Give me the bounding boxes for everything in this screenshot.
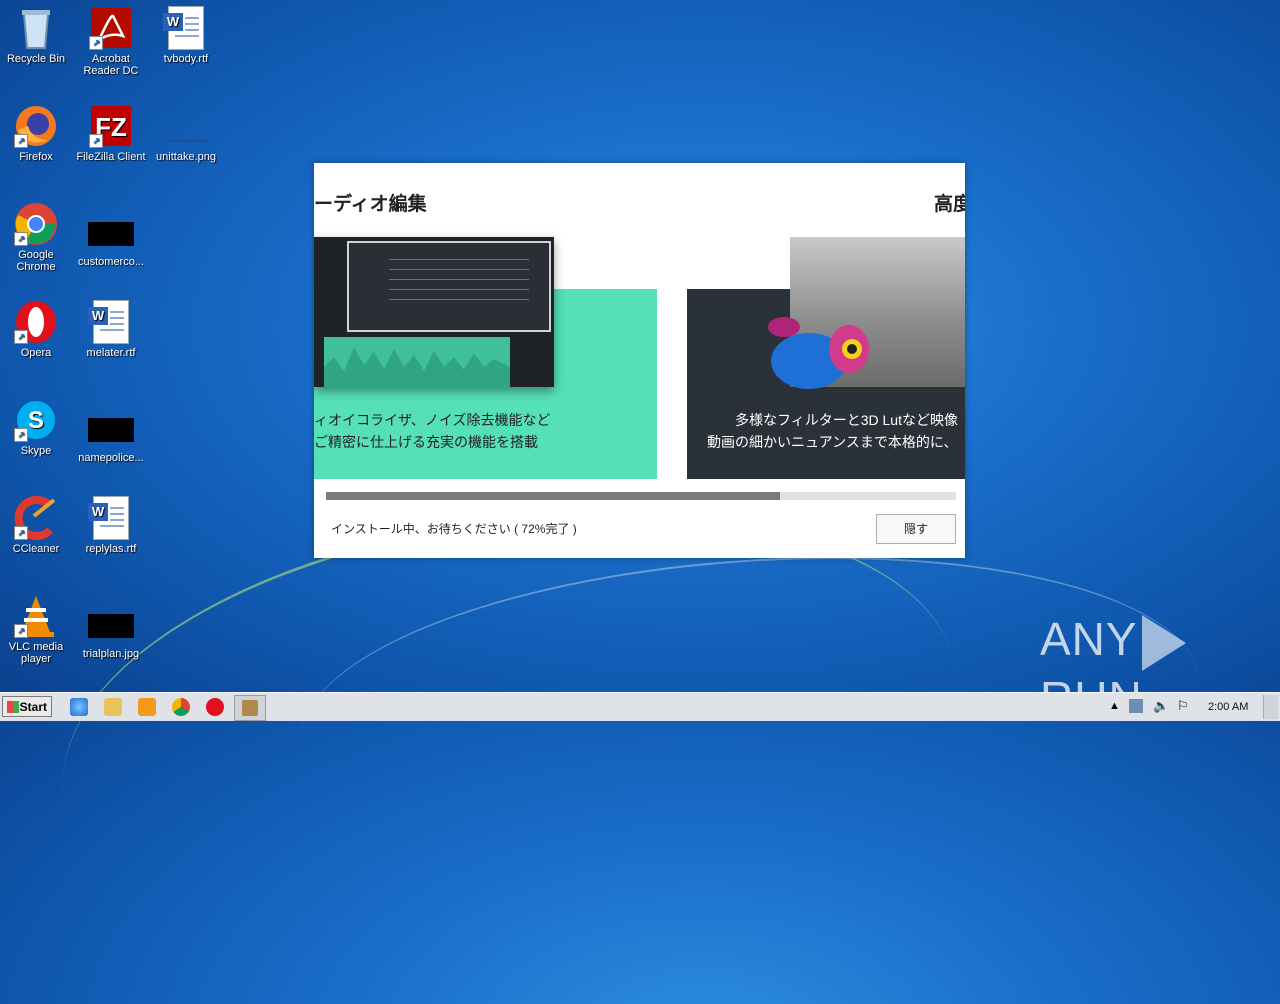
desktop-icon-recycle-bin[interactable]: Recycle Bin [0, 6, 72, 65]
desktop-icon-customerco[interactable]: customerco... [75, 212, 147, 268]
filezilla-icon: FZ ↗ [89, 104, 133, 148]
installer-icon [242, 700, 258, 716]
internet-explorer-icon[interactable] [70, 698, 88, 716]
network-icon[interactable] [1129, 699, 1143, 713]
equalizer-dialog [347, 241, 551, 332]
shortcut-arrow-icon: ↗ [14, 330, 28, 344]
action-center-flag-icon[interactable]: ⚐ [1177, 698, 1189, 714]
desktop-icon-chrome[interactable]: ↗ Google Chrome [0, 202, 72, 273]
word-document-icon: W [163, 6, 208, 50]
file-explorer-icon[interactable] [104, 698, 122, 716]
skype-icon: S ↗ [14, 398, 58, 442]
desktop-icon-firefox[interactable]: ↗ Firefox [0, 104, 72, 163]
desktop-icon-skype[interactable]: S ↗ Skype [0, 398, 72, 457]
install-progress-fill [326, 492, 780, 500]
slide-text-video: 多様なフィルターと3D Lutなど映像 動画の細かいニュアンスまで本格的に、 [707, 412, 958, 450]
recycle-bin-icon [14, 6, 58, 50]
taskbar: Start ▲ 🔈 ⚐ 2:00 AM [0, 692, 1280, 721]
opera-icon: ↗ [14, 300, 58, 344]
robot-toy-image [754, 301, 874, 401]
clock[interactable]: 2:00 AM [1208, 701, 1248, 713]
desktop-icon-tvbody[interactable]: W tvbody.rtf [150, 6, 222, 65]
install-progress-bar [326, 492, 956, 500]
installer-window: ーディオ編集 高度 ィオイコライザ、ノイズ除去機能など ご精密に仕上げる充実の機… [314, 163, 965, 558]
media-player-icon[interactable] [138, 698, 156, 716]
waveform [324, 337, 510, 387]
desktop-icon-opera[interactable]: ↗ Opera [0, 300, 72, 359]
show-desktop-button[interactable] [1263, 695, 1278, 719]
word-document-icon: W [88, 300, 133, 344]
desktop-icon-acrobat[interactable]: ↗ Acrobat Reader DC [75, 6, 147, 77]
shortcut-arrow-icon: ↗ [14, 526, 28, 540]
vlc-cone-icon: ↗ [14, 594, 58, 638]
acrobat-icon: ↗ [89, 6, 133, 50]
slide-text-audio: ィオイコライザ、ノイズ除去機能など ご精密に仕上げる充実の機能を搭載 [314, 412, 551, 450]
chrome-icon[interactable] [172, 698, 190, 716]
desktop-icon-ccleaner[interactable]: ↗ CCleaner [0, 496, 72, 555]
shortcut-arrow-icon: ↗ [89, 36, 103, 50]
word-document-icon: W [88, 496, 133, 540]
shortcut-arrow-icon: ↗ [14, 134, 28, 148]
ccleaner-icon: ↗ [14, 496, 58, 540]
desktop-icon-namepolice[interactable]: namepolice... [75, 408, 147, 464]
volume-icon[interactable]: 🔈 [1153, 698, 1169, 714]
shortcut-arrow-icon: ↗ [14, 428, 28, 442]
audio-editor-screenshot [314, 237, 554, 387]
desktop-icon-replylas[interactable]: W replylas.rtf [75, 496, 147, 555]
image-thumbnail-icon [88, 614, 134, 638]
play-icon [1141, 614, 1186, 671]
svg-text:S: S [28, 407, 44, 434]
installer-taskbar-button[interactable] [234, 695, 266, 721]
show-hidden-icons-icon[interactable]: ▲ [1109, 700, 1120, 712]
slide-title-advanced: 高度 [934, 194, 965, 215]
desktop-icon-vlc[interactable]: ↗ VLC media player [0, 594, 72, 665]
slide-title-audio: ーディオ編集 [314, 194, 427, 215]
hide-button[interactable]: 隠す [876, 514, 956, 544]
desktop-icon-filezilla[interactable]: FZ ↗ FileZilla Client [75, 104, 147, 163]
desktop-icon-unittake[interactable]: unittake.png [150, 104, 222, 163]
start-button[interactable]: Start [2, 696, 52, 717]
shortcut-arrow-icon: ↗ [14, 624, 28, 638]
windows-logo-icon [7, 701, 19, 713]
shortcut-arrow-icon: ↗ [89, 134, 103, 148]
opera-icon[interactable] [206, 698, 224, 716]
image-thumbnail-icon [88, 418, 134, 442]
desktop-icon-trialplan[interactable]: trialplan.jpg [75, 604, 147, 660]
chrome-icon: ↗ [14, 202, 58, 246]
shortcut-arrow-icon: ↗ [14, 232, 28, 246]
image-thumbnail-icon [88, 222, 134, 246]
desktop-icon-melater[interactable]: W melater.rtf [75, 300, 147, 359]
image-file-icon [164, 104, 208, 148]
install-status-text: インストール中、お待ちください ( 72%完了 ) [331, 522, 577, 536]
firefox-icon: ↗ [14, 104, 58, 148]
